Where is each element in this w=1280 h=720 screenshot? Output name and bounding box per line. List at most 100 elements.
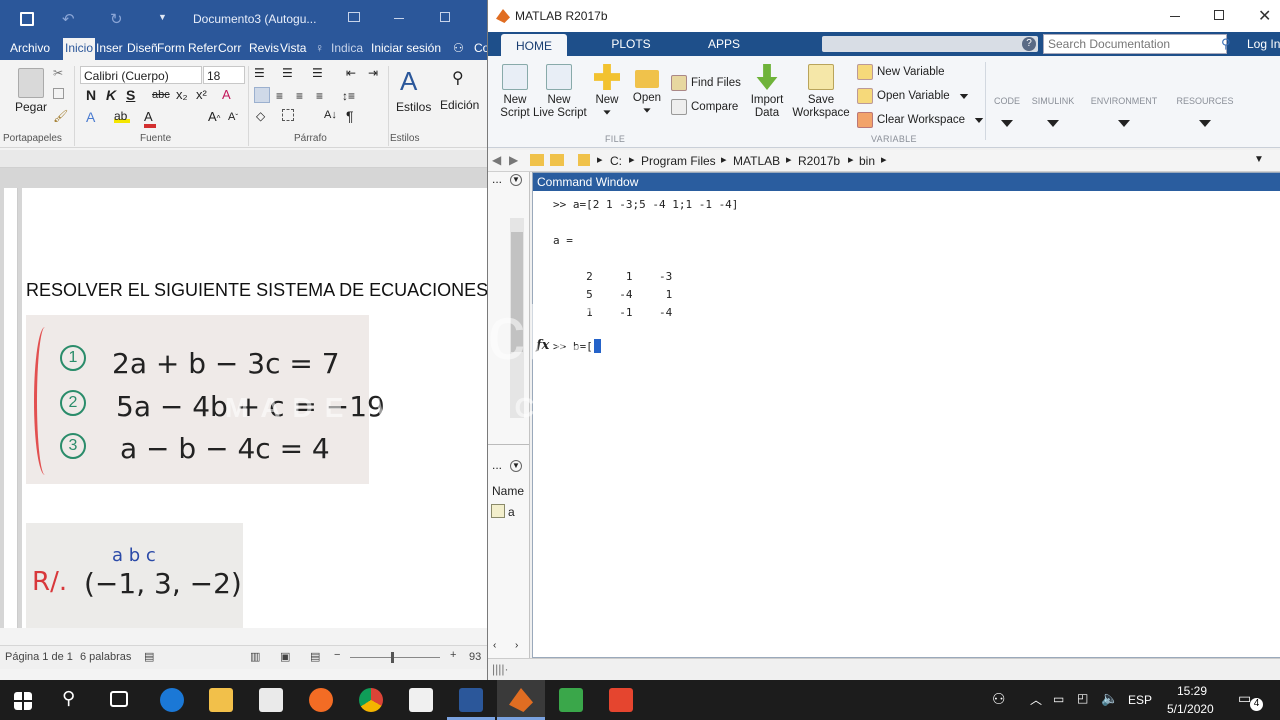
- start-icon[interactable]: [14, 692, 32, 710]
- editing-label[interactable]: Edición: [440, 98, 479, 112]
- zoom-out-icon[interactable]: −: [334, 649, 340, 661]
- panel-options-icon[interactable]: ▼: [510, 174, 522, 186]
- maximize-icon[interactable]: [440, 12, 450, 22]
- multilevel-list-icon[interactable]: ☰: [312, 66, 323, 80]
- browse-folder-icon[interactable]: [550, 154, 564, 166]
- path-segment-program-files[interactable]: Program Files: [641, 154, 716, 168]
- environment-section-button[interactable]: ENVIRONMENT: [1086, 96, 1162, 129]
- people-icon[interactable]: ⚇: [992, 690, 1005, 708]
- workspace-hscroll-right[interactable]: ›: [515, 640, 518, 651]
- tab-plots[interactable]: PLOTS: [596, 32, 666, 56]
- web-layout-icon[interactable]: ▤: [310, 650, 320, 663]
- align-right-icon[interactable]: ≡: [296, 89, 303, 103]
- bullets-icon[interactable]: ☰: [254, 66, 265, 80]
- workspace-menu-icon[interactable]: ...: [492, 458, 502, 472]
- styles-icon[interactable]: A: [400, 66, 417, 97]
- word-taskbar-icon[interactable]: [459, 688, 483, 712]
- login-link[interactable]: Log In: [1247, 37, 1280, 51]
- increase-indent-icon[interactable]: ⇥: [368, 66, 378, 80]
- workspace-options-icon[interactable]: ▼: [510, 460, 522, 472]
- search-documentation-input[interactable]: Search Documentation: [1043, 34, 1227, 54]
- format-painter-icon[interactable]: 🖌: [53, 109, 68, 123]
- back-icon[interactable]: ◀: [492, 153, 501, 167]
- zoom-slider[interactable]: [350, 657, 440, 658]
- compare-button[interactable]: Compare: [671, 99, 738, 115]
- find-files-button[interactable]: Find Files: [671, 75, 741, 91]
- path-segment-matlab[interactable]: MATLAB: [733, 154, 780, 168]
- tab-correspondencia[interactable]: Corr: [218, 41, 241, 55]
- path-segment-c[interactable]: C:: [610, 154, 622, 168]
- new-script-button[interactable]: New Script: [493, 64, 537, 120]
- shrink-font-icon[interactable]: Aˇ: [228, 111, 238, 123]
- share-user-icon[interactable]: ⚇: [453, 41, 464, 55]
- mail-icon[interactable]: [409, 688, 433, 712]
- resources-section-button[interactable]: RESOURCES: [1170, 96, 1240, 129]
- copy-icon[interactable]: [53, 88, 64, 99]
- underline-button[interactable]: S: [126, 87, 135, 103]
- workspace-hscroll-left[interactable]: ‹: [493, 640, 496, 651]
- proofing-icon[interactable]: ▤: [144, 650, 154, 663]
- zoom-slider-thumb[interactable]: [391, 652, 394, 663]
- file-explorer-icon[interactable]: [209, 688, 233, 712]
- tab-diseno[interactable]: Diseñ: [127, 41, 158, 55]
- bold-button[interactable]: N: [86, 87, 96, 103]
- numbering-icon[interactable]: ☰: [282, 66, 293, 80]
- edge-icon[interactable]: [160, 688, 184, 712]
- camtasia-icon[interactable]: [609, 688, 633, 712]
- workspace-header[interactable]: Name: [492, 484, 524, 498]
- code-section-button[interactable]: CODE: [988, 96, 1026, 129]
- help-icon[interactable]: ?: [1022, 37, 1036, 51]
- cut-icon[interactable]: ✂: [53, 66, 63, 80]
- decrease-indent-icon[interactable]: ⇤: [346, 66, 356, 80]
- sign-in-link[interactable]: Iniciar sesión: [371, 41, 441, 55]
- maximize-icon[interactable]: [1214, 10, 1224, 20]
- zoom-in-icon[interactable]: +: [450, 649, 456, 661]
- paste-label[interactable]: Pegar: [15, 100, 47, 114]
- page-count[interactable]: Página 1 de 1: [5, 651, 73, 663]
- tab-vista[interactable]: Vista: [280, 41, 306, 55]
- grow-font-icon[interactable]: A^: [208, 109, 220, 124]
- import-data-button[interactable]: Import Data: [745, 64, 789, 120]
- tray-chevron-icon[interactable]: ︿: [1030, 691, 1042, 708]
- camtasia-recorder-icon[interactable]: [559, 688, 583, 712]
- text-effects-icon[interactable]: A: [86, 109, 95, 125]
- ribbon-display-icon[interactable]: [348, 12, 360, 22]
- open-variable-button[interactable]: Open Variable: [857, 88, 970, 104]
- borders-icon[interactable]: [282, 109, 294, 121]
- firefox-icon[interactable]: [309, 688, 333, 712]
- path-dropdown-icon[interactable]: ▼: [1254, 154, 1264, 165]
- search-icon[interactable]: ⚲: [452, 68, 464, 88]
- print-layout-icon[interactable]: ▣: [280, 650, 290, 663]
- line-spacing-icon[interactable]: ↕≡: [342, 89, 355, 103]
- justify-icon[interactable]: ≡: [316, 89, 323, 103]
- search-icon[interactable]: ⚲: [62, 688, 75, 709]
- new-live-script-button[interactable]: New Live Script: [533, 64, 587, 120]
- font-name-select[interactable]: Calibri (Cuerpo): [80, 66, 202, 84]
- undo-icon[interactable]: ↶: [62, 10, 75, 28]
- tab-revisar[interactable]: Revis: [249, 41, 279, 55]
- network-icon[interactable]: ◰: [1077, 691, 1088, 705]
- read-mode-icon[interactable]: ▥: [250, 650, 260, 663]
- language-indicator[interactable]: ESP: [1128, 693, 1152, 707]
- minimize-icon[interactable]: [1170, 16, 1180, 17]
- font-size-select[interactable]: 18: [203, 66, 245, 84]
- share-button[interactable]: Co: [474, 41, 488, 55]
- subscript-button[interactable]: x₂: [176, 87, 188, 102]
- close-icon[interactable]: ✕: [1258, 6, 1271, 26]
- save-icon[interactable]: [20, 12, 34, 26]
- clear-format-icon[interactable]: A: [222, 87, 231, 102]
- italic-button[interactable]: K: [106, 87, 116, 103]
- new-button[interactable]: New: [591, 64, 623, 120]
- battery-icon[interactable]: ▭: [1053, 692, 1064, 706]
- customize-qat-icon[interactable]: ▼: [158, 12, 167, 22]
- styles-label[interactable]: Estilos: [396, 100, 431, 114]
- new-variable-button[interactable]: New Variable: [857, 64, 945, 80]
- store-icon[interactable]: [259, 688, 283, 712]
- variable-a[interactable]: a: [508, 505, 515, 519]
- superscript-button[interactable]: x²: [196, 87, 207, 102]
- clock-date[interactable]: 5/1/2020: [1167, 702, 1214, 716]
- forward-icon[interactable]: ▶: [509, 153, 518, 167]
- sort-icon[interactable]: A↓: [324, 109, 337, 121]
- tab-archivo[interactable]: Archivo: [10, 41, 50, 55]
- tab-insertar[interactable]: Inser: [96, 41, 123, 55]
